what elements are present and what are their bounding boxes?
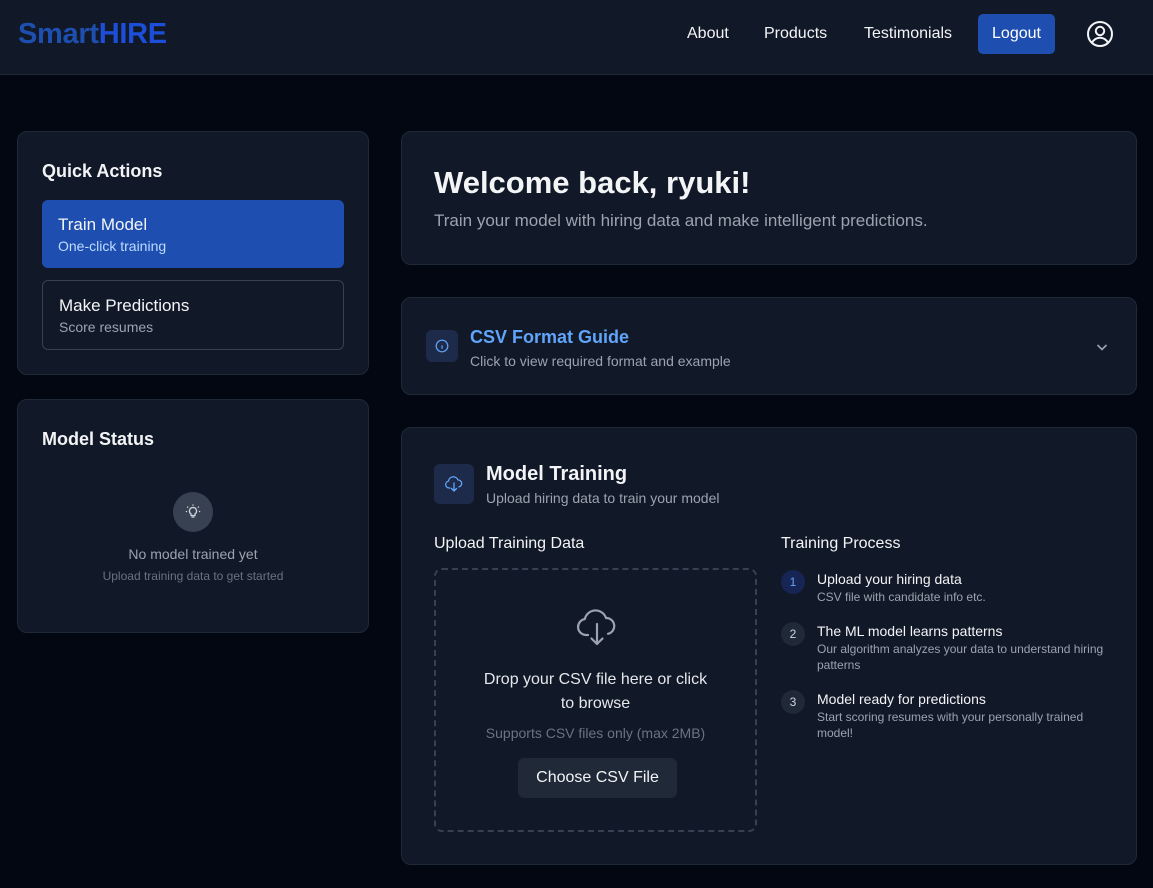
model-status-title: Model Status	[42, 429, 155, 449]
train-model-label: Train Model	[58, 215, 148, 234]
model-status-message: No model trained yet	[128, 546, 258, 562]
step-title: The ML model learns patterns	[817, 623, 1003, 639]
lightbulb-icon	[173, 492, 213, 532]
dropzone-supports: Supports CSV files only (max 2MB)	[485, 725, 706, 741]
welcome-subtitle: Train your model with hiring data and ma…	[434, 211, 928, 230]
welcome-title: Welcome back, ryuki!	[434, 165, 751, 200]
model-status-hint: Upload training data to get started	[102, 569, 284, 583]
welcome-card: Welcome back, ryuki! Train your model wi…	[401, 131, 1137, 265]
process-heading: Training Process	[781, 535, 901, 552]
step-desc: Our algorithm analyzes your data to unde…	[817, 642, 1104, 672]
make-predictions-button[interactable]: Make Predictions Score resumes	[42, 280, 344, 350]
top-navbar: SmartHIRE About Products Testimonials Lo…	[0, 0, 1153, 75]
csv-dropzone[interactable]: Drop your CSV file here or click to brow…	[434, 568, 757, 832]
logo-smart: Smart	[18, 18, 99, 50]
process-step: 3 Model ready for predictions Start scor…	[781, 690, 1111, 740]
make-predictions-label: Make Predictions	[59, 296, 190, 315]
step-title: Model ready for predictions	[817, 691, 986, 707]
cloud-upload-icon	[576, 609, 616, 646]
choose-csv-button[interactable]: Choose CSV File	[518, 758, 677, 798]
info-icon	[426, 330, 458, 362]
csv-guide-subtitle: Click to view required format and exampl…	[470, 353, 731, 369]
dropzone-line-1: Drop your CSV file here or click	[483, 671, 708, 688]
quick-actions-card: Quick Actions Train Model One-click trai…	[17, 131, 369, 375]
step-title: Upload your hiring data	[817, 571, 962, 587]
nav-about[interactable]: About	[687, 24, 729, 44]
chevron-down-icon[interactable]	[1094, 339, 1110, 355]
step-number: 2	[781, 622, 805, 646]
quick-actions-title: Quick Actions	[42, 161, 163, 181]
app-logo[interactable]: SmartHIRE	[18, 17, 167, 51]
logo-hire: HIRE	[98, 18, 167, 50]
model-training-subtitle: Upload hiring data to train your model	[486, 490, 720, 506]
model-training-card: Model Training Upload hiring data to tra…	[401, 427, 1137, 865]
model-status-card: Model Status No model trained yet Upload…	[17, 399, 369, 633]
step-number: 3	[781, 690, 805, 714]
step-desc: CSV file with candidate info etc.	[817, 590, 986, 604]
nav-testimonials[interactable]: Testimonials	[864, 24, 952, 44]
logout-button[interactable]: Logout	[978, 14, 1055, 54]
csv-guide-title: CSV Format Guide	[470, 327, 630, 347]
dropzone-text: Drop your CSV file here or click to brow…	[436, 668, 755, 716]
step-desc: Start scoring resumes with your personal…	[817, 710, 1084, 740]
user-circle-icon[interactable]	[1086, 20, 1114, 48]
step-number: 1	[781, 570, 805, 594]
dropzone-line-2: to browse	[560, 695, 631, 712]
cloud-download-icon	[434, 464, 474, 504]
nav-products[interactable]: Products	[764, 24, 827, 44]
process-step: 2 The ML model learns patterns Our algor…	[781, 622, 1111, 672]
model-training-title: Model Training	[486, 463, 628, 485]
process-step: 1 Upload your hiring data CSV file with …	[781, 570, 1111, 610]
upload-heading: Upload Training Data	[434, 535, 585, 552]
csv-guide-card[interactable]: CSV Format Guide Click to view required …	[401, 297, 1137, 395]
train-model-button[interactable]: Train Model One-click training	[42, 200, 344, 268]
make-predictions-sub: Score resumes	[59, 319, 154, 335]
train-model-sub: One-click training	[58, 238, 167, 254]
